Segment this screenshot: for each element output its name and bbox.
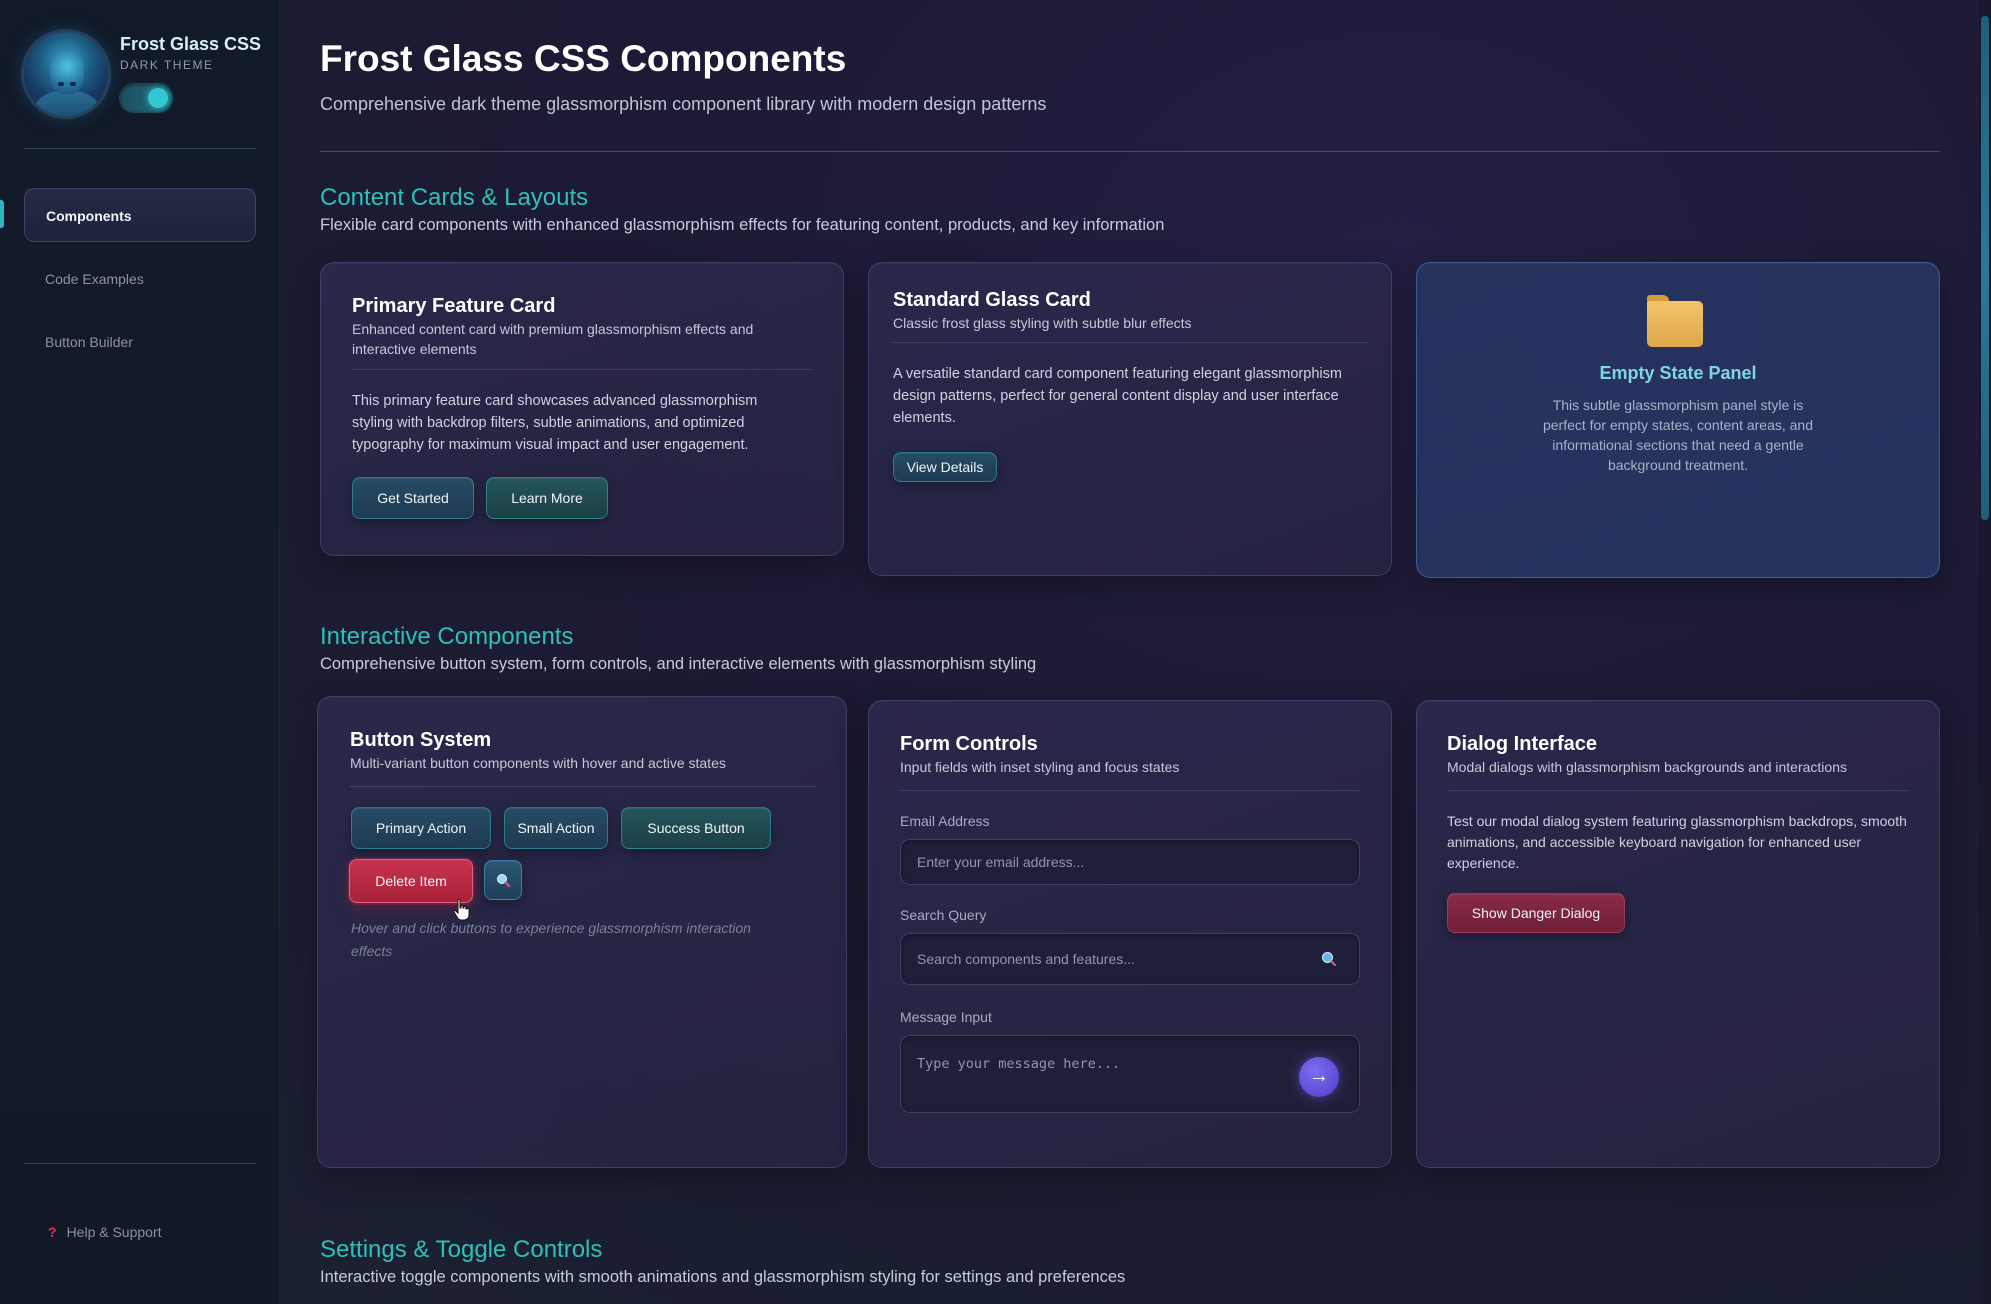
header-divider: [320, 151, 1940, 152]
theme-toggle[interactable]: [120, 84, 172, 112]
search-icon[interactable]: [1319, 949, 1339, 969]
section-title-settings: Settings & Toggle Controls: [320, 1236, 603, 1263]
send-button[interactable]: →: [1299, 1057, 1339, 1097]
search-input[interactable]: Search components and features...: [900, 933, 1360, 985]
avatar: [24, 32, 108, 116]
sidebar-divider-bottom: [24, 1163, 256, 1164]
section-subtitle-cards: Flexible card components with enhanced g…: [320, 216, 1165, 234]
card-subtitle: Classic frost glass styling with subtle …: [893, 315, 1192, 331]
primary-action-button[interactable]: Primary Action: [351, 807, 491, 849]
scrollbar[interactable]: [1979, 0, 1991, 1304]
get-started-button[interactable]: Get Started: [352, 477, 474, 519]
empty-state-panel: Empty State Panel This subtle glassmorph…: [1416, 262, 1940, 578]
question-icon: ?: [48, 1224, 57, 1240]
primary-feature-card: Primary Feature Card Enhanced content ca…: [320, 262, 844, 556]
small-action-button[interactable]: Small Action: [504, 807, 608, 849]
section-title-interactive: Interactive Components: [320, 623, 574, 650]
sidebar-item-components[interactable]: Components: [24, 188, 256, 242]
page-subtitle: Comprehensive dark theme glassmorphism c…: [320, 94, 1047, 114]
section-subtitle-settings: Interactive toggle components with smoot…: [320, 1268, 1126, 1286]
scrollbar-thumb[interactable]: [1981, 16, 1989, 520]
folder-icon: [1647, 295, 1703, 347]
card-title: Form Controls: [900, 733, 1038, 755]
sidebar-item-button-builder[interactable]: Button Builder: [24, 315, 256, 369]
card-title: Dialog Interface: [1447, 733, 1598, 755]
sidebar-item-code-examples[interactable]: Code Examples: [24, 252, 256, 306]
sidebar: Frost Glass CSS DARK THEME Components Co…: [0, 0, 280, 1304]
dialog-interface-card: Dialog Interface Modal dialogs with glas…: [1416, 700, 1940, 1168]
brand-title: Frost Glass CSS: [120, 34, 262, 54]
sidebar-divider: [24, 148, 256, 149]
form-controls-card: Form Controls Input fields with inset st…: [868, 700, 1392, 1168]
card-title: Button System: [350, 729, 492, 751]
view-details-button[interactable]: View Details: [893, 452, 997, 482]
card-divider: [893, 342, 1367, 343]
card-divider: [1447, 790, 1909, 791]
delete-item-button[interactable]: Delete Item: [349, 859, 473, 903]
hand-cursor-icon: [453, 898, 470, 921]
card-divider: [352, 369, 812, 370]
success-button[interactable]: Success Button: [621, 807, 771, 849]
message-input[interactable]: Type your message here...: [900, 1035, 1360, 1113]
button-hint: Hover and click buttons to experience gl…: [351, 920, 751, 959]
help-label: Help & Support: [66, 1224, 162, 1240]
card-divider: [900, 790, 1360, 791]
help-support-link[interactable]: ? Help & Support: [48, 1224, 162, 1240]
section-subtitle-interactive: Comprehensive button system, form contro…: [320, 655, 1037, 673]
card-subtitle: Modal dialogs with glassmorphism backgro…: [1447, 759, 1847, 775]
card-body: Test our modal dialog system featuring g…: [1447, 813, 1907, 871]
card-subtitle: Multi-variant button components with hov…: [350, 755, 726, 771]
card-title: Primary Feature Card: [352, 295, 556, 317]
search-label: Search Query: [900, 907, 987, 923]
email-field[interactable]: Enter your email address...: [900, 839, 1360, 885]
learn-more-button[interactable]: Learn More: [486, 477, 608, 519]
email-label: Email Address: [900, 813, 990, 829]
active-indicator: [0, 200, 4, 228]
section-title-cards: Content Cards & Layouts: [320, 184, 589, 211]
brand: Frost Glass CSS DARK THEME: [24, 32, 264, 116]
card-body: A versatile standard card component feat…: [893, 366, 1342, 426]
brand-subtitle: DARK THEME: [120, 58, 214, 72]
toggle-knob: [148, 88, 168, 108]
show-danger-dialog-button[interactable]: Show Danger Dialog: [1447, 893, 1625, 933]
panel-title: Empty State Panel: [1599, 363, 1757, 383]
card-subtitle: Enhanced content card with premium glass…: [352, 321, 754, 357]
message-label: Message Input: [900, 1009, 992, 1025]
page-title: Frost Glass CSS Components: [320, 38, 847, 79]
search-icon: [497, 874, 511, 888]
card-divider: [350, 786, 816, 787]
icon-button[interactable]: [484, 860, 522, 900]
panel-body: This subtle glassmorphism panel style is…: [1542, 397, 1814, 473]
card-subtitle: Input fields with inset styling and focu…: [900, 759, 1180, 775]
standard-glass-card: Standard Glass Card Classic frost glass …: [868, 262, 1392, 576]
card-title: Standard Glass Card: [893, 289, 1091, 311]
card-body: This primary feature card showcases adva…: [352, 393, 758, 453]
button-system-card: Button System Multi-variant button compo…: [317, 696, 847, 1168]
